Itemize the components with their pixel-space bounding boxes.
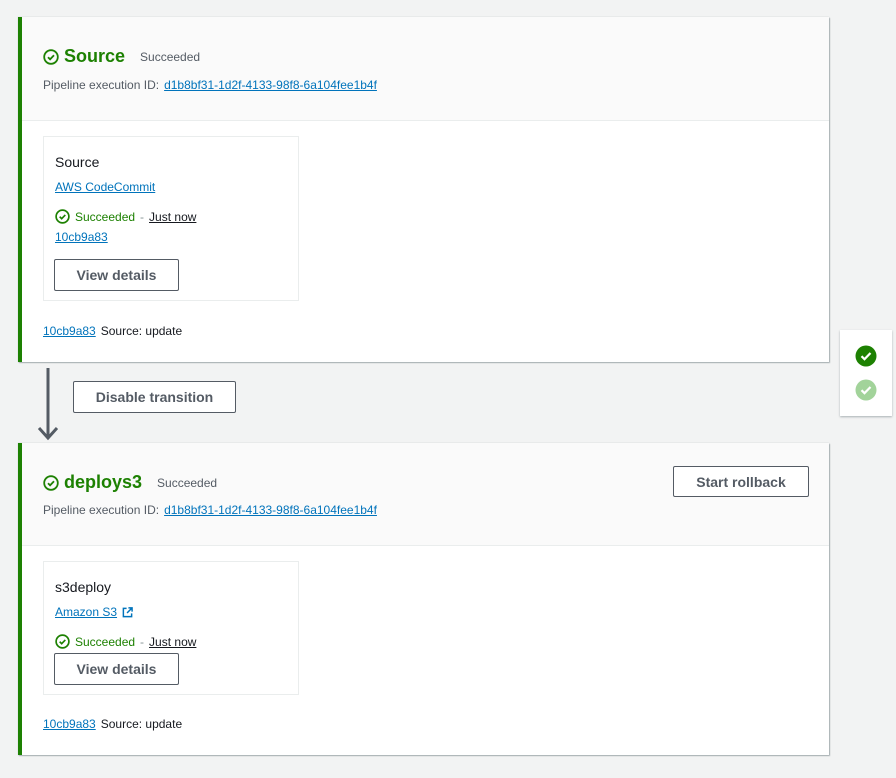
footer-commit-link[interactable]: 10cb9a83 <box>43 324 96 338</box>
success-check-icon <box>55 634 70 649</box>
disable-transition-button[interactable]: Disable transition <box>73 381 236 413</box>
stage-header: Source Succeeded Pipeline execution ID: d… <box>22 17 829 121</box>
action-time[interactable]: Just now <box>149 210 196 224</box>
stage-status: Succeeded <box>157 475 218 490</box>
execution-id-row: Pipeline execution ID: d1b8bf31-1d2f-4133… <box>43 503 377 517</box>
start-rollback-button[interactable]: Start rollback <box>673 466 809 497</box>
action-provider-link[interactable]: Amazon S3 <box>55 605 117 619</box>
success-check-icon <box>43 48 59 65</box>
success-check-icon <box>43 474 59 491</box>
action-provider: Amazon S3 <box>55 605 133 619</box>
execution-id-row: Pipeline execution ID: d1b8bf31-1d2f-4133… <box>43 78 377 92</box>
stage-title: deploys3 <box>64 472 143 492</box>
view-details-button[interactable]: View details <box>54 259 179 291</box>
transition-arrow-icon <box>38 368 59 441</box>
stage-footer: 10cb9a83 Source: update <box>43 717 182 731</box>
execution-id-link[interactable]: d1b8bf31-1d2f-4133-98f8-6a104fee1b4f <box>164 78 377 92</box>
stage-source: Source Succeeded Pipeline execution ID: d… <box>18 17 829 362</box>
action-name: s3deploy <box>55 579 112 595</box>
action-status: Succeeded - Just now <box>55 634 196 649</box>
check-circle-filled-icon[interactable] <box>855 345 877 367</box>
success-check-icon <box>55 209 70 224</box>
status-separator: - <box>140 209 145 224</box>
external-link-icon <box>122 606 133 617</box>
footer-commit-message: Source: update <box>100 717 183 731</box>
footer-commit-message: Source: update <box>100 324 183 338</box>
execution-id-label: Pipeline execution ID: <box>43 78 160 92</box>
stage-title-row: deploys3 Succeeded <box>43 472 217 493</box>
action-status-text: Succeeded <box>75 209 136 224</box>
stage-deploys3: deploys3 Succeeded Pipeline execution ID… <box>18 443 829 755</box>
action-card: s3deploy Amazon S3 Succeeded - Just now … <box>43 561 299 695</box>
footer-commit-link[interactable]: 10cb9a83 <box>43 717 96 731</box>
action-provider-link[interactable]: AWS CodeCommit <box>55 180 155 194</box>
stage-status: Succeeded <box>140 49 201 64</box>
check-circle-filled-faded-icon[interactable] <box>855 379 877 401</box>
action-status: Succeeded - Just now <box>55 209 196 224</box>
execution-id-link[interactable]: d1b8bf31-1d2f-4133-98f8-6a104fee1b4f <box>164 503 377 517</box>
execution-id-label: Pipeline execution ID: <box>43 503 160 517</box>
stage-title-row: Source Succeeded <box>43 46 200 67</box>
action-card: Source AWS CodeCommit Succeeded - Just n… <box>43 136 299 301</box>
action-time[interactable]: Just now <box>149 635 196 649</box>
action-status-text: Succeeded <box>75 634 136 649</box>
stage-footer: 10cb9a83 Source: update <box>43 324 182 338</box>
stage-header: deploys3 Succeeded Pipeline execution ID… <box>22 443 829 546</box>
stage-title: Source <box>64 46 126 66</box>
action-name: Source <box>55 154 100 170</box>
status-separator: - <box>140 634 145 649</box>
view-details-button[interactable]: View details <box>54 653 179 685</box>
stage-status-panel <box>840 330 892 416</box>
action-commit-link[interactable]: 10cb9a83 <box>55 230 108 244</box>
